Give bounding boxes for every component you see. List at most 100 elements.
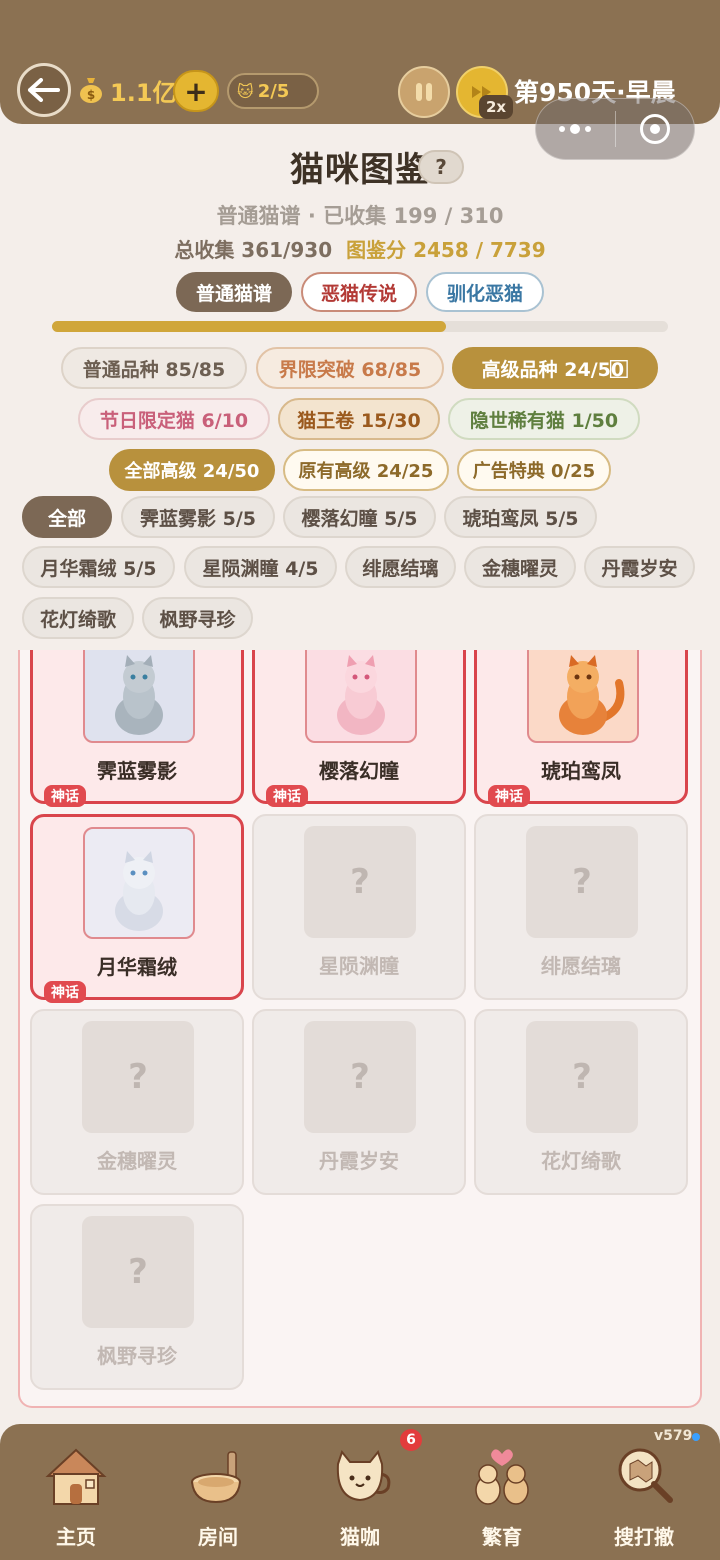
nav-label: 主页 [56,1525,96,1549]
dot [570,124,581,134]
chip-hidden-rare[interactable]: 隐世稀有猫 1/50 [448,398,640,440]
filter-fengye-xunzhen[interactable]: 枫野寻珍 [142,597,253,639]
catalog-progress-fill [52,321,447,332]
unknown-question-icon: ? [304,826,416,938]
myth-badge: 神话 [44,981,86,1003]
update-dot [692,1433,700,1441]
myth-badge: 神话 [44,785,86,807]
cat-card[interactable]: 樱落幻瞳 神话 [252,650,466,807]
score-summary: 总收集 361/930 图鉴分 2458 / 7739 [0,234,720,263]
cat-card-locked[interactable]: ? 花灯绮歌 [474,1009,688,1195]
cat-portrait-amber [527,650,639,743]
dot [585,126,592,132]
nav-label: 繁育 [482,1525,522,1549]
cat-illustration-icon [337,655,385,735]
bowl-icon [191,1451,241,1504]
cat-portrait-pink [305,650,417,743]
cat-card-locked[interactable]: ? 金穗曜灵 [30,1009,244,1195]
more-dots-icon [559,124,592,134]
catalog-progress-bar [52,321,668,332]
cat-name: 星陨渊瞳 [319,954,399,978]
unknown-question-icon: ? [526,1021,638,1133]
cat-slot-text: 2/5 [257,80,290,102]
cat-card[interactable]: 月华霜绒 神话 [30,814,244,1003]
cat-illustration-icon [115,851,163,931]
cat-card-locked[interactable]: ? 星陨渊瞳 [252,814,466,1000]
cat-portrait-blue-grey [83,650,195,743]
nav-label: 猫咖 [340,1525,380,1549]
unknown-question-icon: ? [82,1216,194,1328]
tab-tamed-evil-cat[interactable]: 驯化恶猫 [426,272,544,312]
filter-huadeng-qige[interactable]: 花灯绮歌 [22,597,134,639]
chip-limit-break[interactable]: 界限突破 68/85 [256,347,444,389]
tab-evil-cat-legend[interactable]: 恶猫传说 [301,272,417,312]
bottom-navigation: 主页 房间 猫咖 繁育 搜打撤 [0,1424,720,1560]
pause-button[interactable] [398,66,450,118]
chip-original-advanced[interactable]: 原有高级 24/25 [283,449,449,491]
nav-search-raid[interactable]: 搜打撤 [572,1424,716,1560]
cat-card-locked[interactable]: ? 绯愿结璃 [474,814,688,1000]
coin-amount: 1.1亿 [110,78,177,107]
money-bag-icon: $ [76,75,106,105]
cat-name: 花灯绮歌 [541,1149,621,1173]
chip-holiday-limited[interactable]: 节日限定猫 6/10 [78,398,270,440]
chip-all-advanced[interactable]: 全部高级 24/50 [109,449,275,491]
cat-slot-counter: 🐱 2/5 [227,73,319,109]
myth-badge: 神话 [266,785,308,807]
pause-icon-bar [426,83,432,101]
pause-icon [416,83,422,101]
nav-breeding[interactable]: 繁育 [430,1424,574,1560]
cat-illustration-icon [115,655,163,735]
chip-advanced-breeds[interactable]: 高级品种 24/50 ⃞ [452,347,658,389]
filter-danxia-suian[interactable]: 丹霞岁安 [584,546,695,588]
filter-xingyun-yuantong[interactable]: 星陨渊瞳 4/5 [184,546,337,588]
nav-label: 房间 [198,1525,238,1549]
nav-label: 搜打撤 [614,1525,674,1549]
svg-text:$: $ [87,88,95,102]
cat-name: 琥珀鸾凤 [541,759,621,783]
coin-balance: $ 1.1亿 [76,72,177,108]
collection-progress-text: 普通猫谱 · 已收集 199 / 310 [216,204,504,228]
chip-normal-breeds[interactable]: 普通品种 85/85 [61,347,247,389]
filter-feiyuan-jieli[interactable]: 绯愿结璃 [345,546,456,588]
filter-yingluo-huantong[interactable]: 樱落幻瞳 5/5 [283,496,436,538]
cat-illustration-icon [559,655,625,735]
filter-jinsui-yaoling[interactable]: 金穗曜灵 [464,546,576,588]
add-coins-button[interactable]: + [173,70,219,112]
cat-card[interactable]: 琥珀鸾凤 神话 [474,650,688,807]
filter-yuehua-shuangrong[interactable]: 月华霜绒 5/5 [22,546,175,588]
total-collection: 总收集 361/930 [174,238,333,262]
page-title-text: 猫咪图鉴 [290,150,430,190]
speed-multiplier: 2x [479,95,513,119]
cat-card-locked[interactable]: ? 枫野寻珍 [30,1204,244,1390]
nav-home[interactable]: 主页 [4,1424,148,1560]
notification-badge: 6 [400,1429,422,1451]
chip-ad-special[interactable]: 广告特典 0/25 [457,449,611,491]
filter-all[interactable]: 全部 [22,496,112,538]
breeding-cats-icon [475,1449,529,1505]
target-icon [639,114,670,144]
unknown-question-icon: ? [304,1021,416,1133]
cat-card[interactable]: 霁蓝雾影 神话 [30,650,244,807]
back-button[interactable] [17,63,71,117]
codex-score: 图鉴分 2458 / 7739 [346,238,546,262]
cat-name: 绯愿结璃 [541,954,621,978]
filter-hupo-luanfeng[interactable]: 琥珀鸾凤 5/5 [444,496,597,538]
filter-jilan-wuying[interactable]: 霁蓝雾影 5/5 [121,496,275,538]
house-icon [45,1448,107,1505]
cat-name: 金穗曜灵 [97,1149,177,1173]
cat-card-grid[interactable]: 霁蓝雾影 神话 樱落幻瞳 神话 琥珀鸾凤 神话 月华霜绒 神话 ? 星陨渊瞳 ?… [18,650,702,1408]
nav-room[interactable]: 房间 [146,1424,290,1560]
unknown-question-icon: ? [526,826,638,938]
cat-cup-icon [336,1449,391,1502]
help-button[interactable]: ? [418,150,464,184]
tab-normal-catalog[interactable]: 普通猫谱 [176,272,292,312]
chip-cat-king-scroll[interactable]: 猫王卷 15/30 [278,398,440,440]
cat-name: 月华霜绒 [97,955,177,979]
cat-portrait-white [83,827,195,939]
cat-name: 霁蓝雾影 [97,759,177,783]
dot [559,126,566,132]
version-label: v579 [654,1428,693,1444]
cat-card-locked[interactable]: ? 丹霞岁安 [252,1009,466,1195]
unknown-question-icon: ? [82,1021,194,1133]
